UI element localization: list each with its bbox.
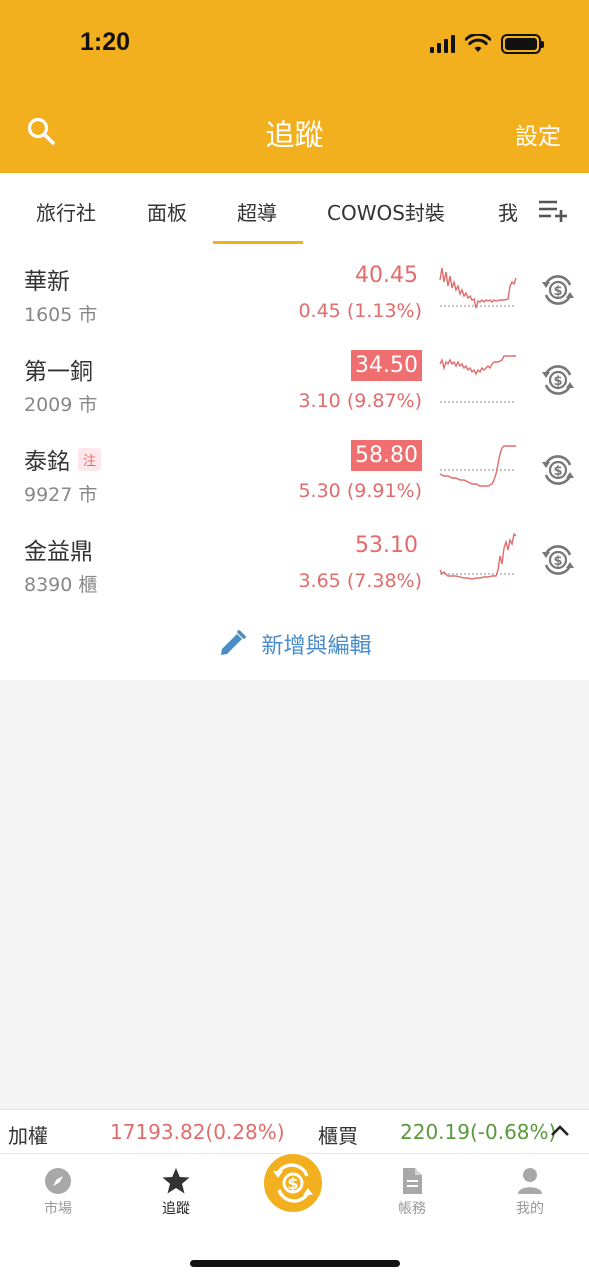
trade-icon[interactable]: $	[540, 542, 576, 578]
stock-change: 3.65 (7.38%)	[298, 570, 422, 592]
stock-name: 華新	[24, 269, 70, 295]
pencil-icon	[221, 630, 247, 655]
stock-row[interactable]: 金益鼎 8390 櫃 53.10 3.65 (7.38%) $	[0, 516, 589, 606]
taiex-label: 加權	[8, 1124, 48, 1148]
nav-watchlist-label: 追蹤	[162, 1201, 190, 1217]
nav-market[interactable]: 市場	[28, 1166, 88, 1218]
stock-code: 2009 市	[24, 394, 98, 416]
compass-icon	[45, 1168, 71, 1194]
document-icon	[403, 1168, 422, 1194]
star-icon	[162, 1168, 190, 1194]
app-header: 1:20 追蹤 設定	[0, 0, 589, 173]
stock-row[interactable]: 第一銅 2009 市 34.50 3.10 (9.87%) $	[0, 336, 589, 426]
sparkline	[439, 532, 517, 580]
stock-change: 5.30 (9.91%)	[298, 480, 422, 502]
nav-account[interactable]: 帳務	[382, 1166, 442, 1218]
exchange-dollar-icon: $	[273, 1163, 313, 1203]
stock-change: 0.45 (1.13%)	[298, 300, 422, 322]
stock-change: 3.10 (9.87%)	[298, 390, 422, 412]
page-title: 追蹤	[265, 118, 324, 152]
tab-superconductor[interactable]: 超導	[237, 197, 277, 226]
add-edit-label: 新增與編輯	[261, 634, 372, 659]
chevron-up-icon[interactable]	[549, 1120, 571, 1142]
trade-center-button[interactable]: $	[261, 1151, 325, 1215]
trade-icon[interactable]: $	[540, 362, 576, 398]
user-icon	[518, 1168, 542, 1194]
add-list-icon[interactable]	[537, 198, 569, 224]
status-time: 1:20	[80, 28, 131, 56]
signal-icon	[430, 35, 455, 53]
svg-text:$: $	[553, 374, 562, 389]
stock-row[interactable]: 華新 1605 市 40.45 0.45 (1.13%) $	[0, 246, 589, 336]
group-tabs: 旅行社 面板 超導 COWOS封裝 我	[0, 173, 589, 246]
otc-label: 櫃買	[318, 1124, 358, 1148]
taiex-value: 17193.82(0.28%)	[110, 1120, 285, 1144]
stock-price: 58.80	[351, 440, 422, 471]
trade-icon[interactable]: $	[540, 272, 576, 308]
nav-me[interactable]: 我的	[500, 1166, 560, 1218]
tab-travel[interactable]: 旅行社	[36, 197, 96, 226]
battery-icon	[501, 34, 544, 54]
sparkline	[439, 355, 516, 403]
wifi-icon	[465, 34, 491, 52]
stock-row[interactable]: 泰銘 注 9927 市 58.80 5.30 (9.91%) $	[0, 426, 589, 516]
trade-icon[interactable]: $	[540, 452, 576, 488]
nav-market-label: 市場	[44, 1201, 72, 1217]
stock-name: 泰銘	[24, 449, 70, 475]
otc-value: 220.19(-0.68%)	[400, 1120, 557, 1144]
status-icons	[430, 32, 544, 56]
tab-panel[interactable]: 面板	[147, 197, 187, 226]
nav-me-label: 我的	[516, 1201, 544, 1217]
settings-button[interactable]: 設定	[515, 117, 561, 151]
stock-price: 53.10	[355, 533, 418, 558]
stock-code: 9927 市	[24, 484, 98, 506]
tab-mine[interactable]: 我	[498, 197, 518, 226]
svg-text:$: $	[553, 554, 562, 569]
stock-name: 金益鼎	[24, 539, 93, 565]
stock-name: 第一銅	[24, 359, 93, 385]
stock-code: 1605 市	[24, 304, 98, 326]
stock-price: 40.45	[355, 263, 418, 288]
add-edit-button[interactable]: 新增與編輯	[0, 626, 589, 662]
svg-text:$: $	[287, 1174, 298, 1193]
sparkline	[439, 267, 517, 309]
stock-code: 8390 櫃	[24, 574, 98, 596]
tab-cowos[interactable]: COWOS封裝	[327, 197, 445, 226]
note-badge: 注	[78, 447, 102, 471]
active-tab-indicator	[213, 241, 303, 244]
sparkline	[439, 445, 516, 487]
index-ticker-bar[interactable]: 加權 17193.82(0.28%) 櫃買 220.19(-0.68%)	[0, 1109, 589, 1153]
watchlist: 華新 1605 市 40.45 0.45 (1.13%) $ 第一銅 2009 …	[0, 246, 589, 680]
svg-text:$: $	[553, 464, 562, 479]
nav-watchlist[interactable]: 追蹤	[146, 1166, 206, 1218]
svg-text:$: $	[553, 284, 562, 299]
stock-price: 34.50	[351, 350, 422, 381]
home-indicator	[190, 1260, 400, 1267]
nav-account-label: 帳務	[398, 1201, 426, 1217]
